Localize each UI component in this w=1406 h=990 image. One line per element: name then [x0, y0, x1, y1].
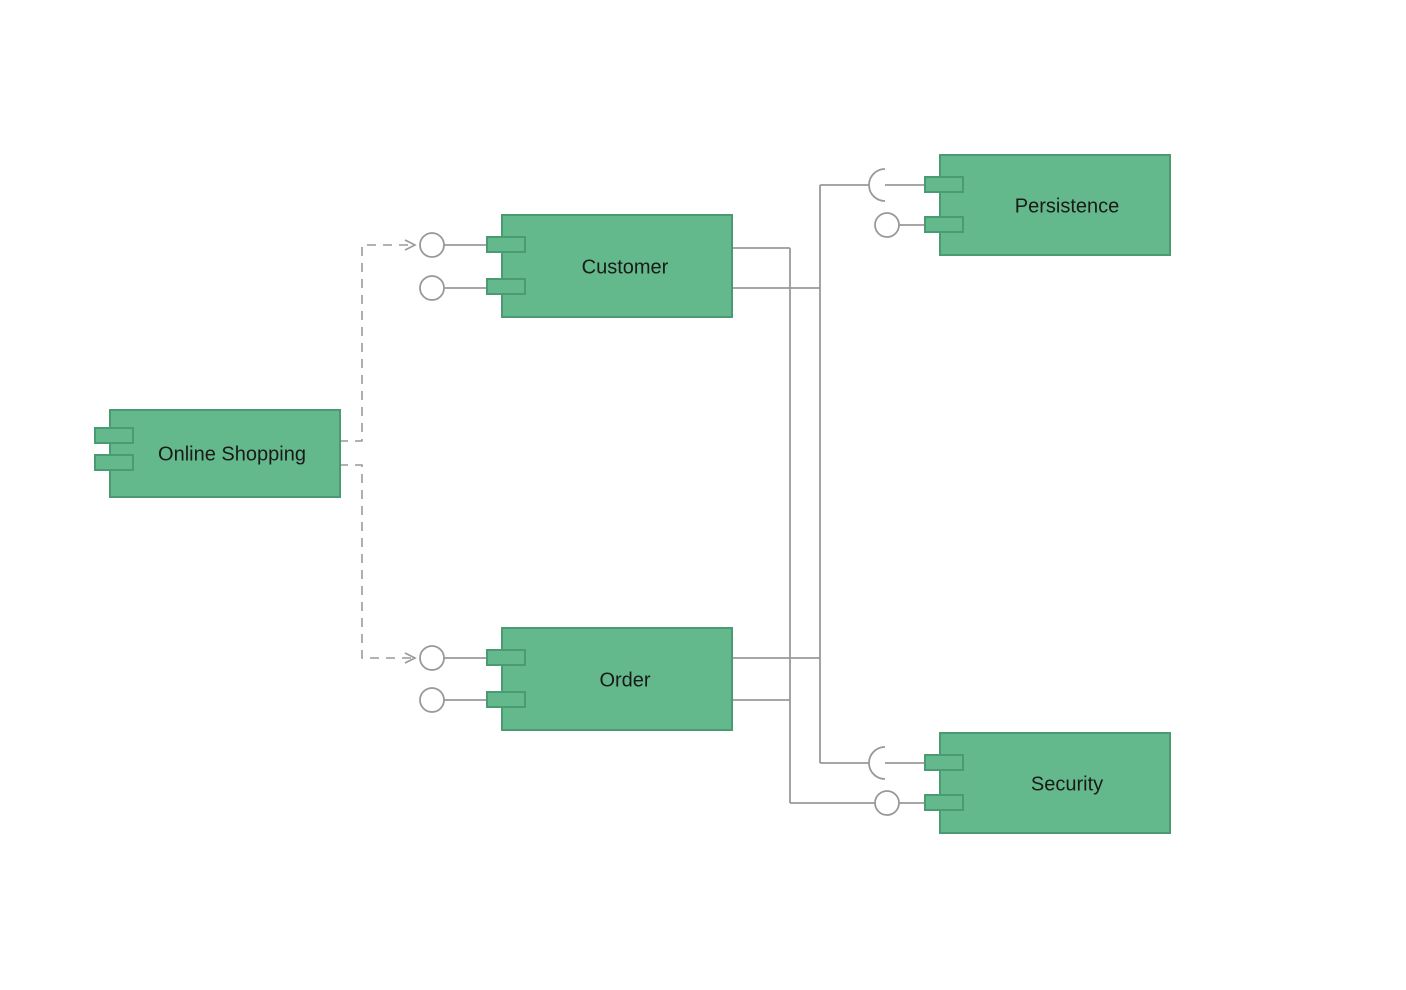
component-online-shopping-label: Online Shopping [158, 443, 306, 465]
component-order-label: Order [599, 669, 650, 691]
component-security[interactable]: Security [925, 733, 1170, 833]
dep-onlineshopping-to-order [339, 465, 415, 658]
component-security-label: Security [1031, 773, 1103, 795]
trunk-outer [732, 248, 875, 803]
component-persistence[interactable]: Persistence [925, 155, 1170, 255]
trunk-inner [732, 185, 869, 763]
component-diagram: Online Shopping Customer Order Persisten… [0, 0, 1406, 990]
component-online-shopping[interactable]: Online Shopping [95, 410, 340, 497]
component-customer[interactable]: Customer [487, 215, 732, 317]
component-persistence-label: Persistence [1015, 195, 1120, 217]
component-customer-label: Customer [582, 256, 669, 278]
dep-onlineshopping-to-customer [339, 245, 415, 441]
component-order[interactable]: Order [487, 628, 732, 730]
